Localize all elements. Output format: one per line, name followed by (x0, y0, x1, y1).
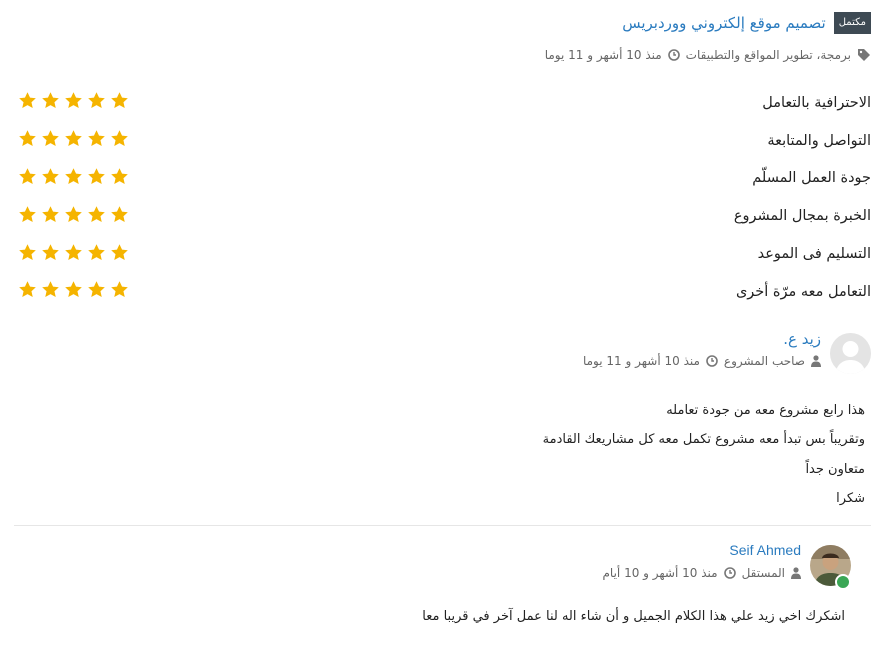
rating-row: الخبرة بمجال المشروع (18, 197, 871, 235)
clock-icon (706, 355, 718, 367)
star-icon (41, 280, 60, 303)
clock-icon (723, 567, 736, 579)
status-badge: مكتمل (833, 12, 871, 34)
star-rating (18, 280, 129, 303)
star-icon (110, 91, 129, 114)
star-icon (18, 205, 37, 228)
star-icon (64, 91, 83, 114)
project-header: مكتمل تصميم موقع إلكتروني ووردبريس (622, 12, 871, 34)
user-icon (811, 355, 821, 367)
star-icon (18, 243, 37, 266)
rating-row: التعامل معه مرّة أخرى (18, 273, 871, 311)
reviewer-role: المستقل (741, 566, 785, 580)
avatar[interactable] (830, 333, 871, 374)
star-icon (41, 243, 60, 266)
star-icon (64, 129, 83, 152)
tag-icon (857, 48, 871, 62)
rating-row: التواصل والمتابعة (18, 122, 871, 160)
project-time: منذ 10 أشهر و 11 يوما (544, 48, 662, 62)
rating-label: جودة العمل المسلّم (752, 170, 871, 187)
star-icon (87, 167, 106, 190)
review-line: هذا رابع مشروع معه من جودة تعامله (666, 403, 865, 418)
review-line: متعاون جداً (805, 461, 865, 477)
rating-label: التسليم فى الموعد (757, 246, 871, 263)
star-icon (110, 243, 129, 266)
star-icon (110, 280, 129, 303)
star-rating (18, 167, 129, 190)
review-time: منذ 10 أشهر و 11 يوما (582, 354, 700, 368)
reviewer-meta: صاحب المشروع منذ 10 أشهر و 11 يوما (583, 354, 821, 368)
review-line: وتقريباً بس تبدأ معه مشروع تكمل معه كل م… (542, 432, 865, 448)
star-rating (18, 205, 129, 228)
star-icon (87, 91, 106, 114)
star-icon (41, 205, 60, 228)
star-icon (87, 205, 106, 228)
rating-label: الخبرة بمجال المشروع (733, 208, 871, 225)
star-rating (18, 243, 129, 266)
rating-row: الاحترافية بالتعامل (18, 84, 871, 122)
reviewer-name-link[interactable]: زيد ع. (783, 330, 821, 348)
star-icon (64, 167, 83, 190)
project-meta: برمجة، تطوير المواقع والتطبيقات منذ 10 أ… (545, 48, 871, 62)
star-rating (18, 129, 129, 152)
star-icon (41, 167, 60, 190)
rating-row: جودة العمل المسلّم (18, 160, 871, 198)
rating-label: الاحترافية بالتعامل (762, 94, 871, 111)
rating-row: التسليم فى الموعد (18, 235, 871, 273)
divider (14, 525, 871, 526)
star-icon (64, 243, 83, 266)
reply-text: اشكرك اخي زيد علي هذا الكلام الجميل و أن… (422, 609, 845, 624)
review-line: شكرا (836, 490, 865, 506)
star-icon (110, 205, 129, 228)
reviewer-meta: المستقل منذ 10 أشهر و 10 أيام (602, 566, 801, 580)
reviewer-role: صاحب المشروع (723, 354, 805, 368)
star-icon (110, 167, 129, 190)
reviewer-name-link[interactable]: Seif Ahmed (729, 542, 801, 558)
clock-icon (667, 49, 680, 61)
star-icon (18, 91, 37, 114)
ratings-list: الاحترافية بالتعامل التواصل والمتابعة جو… (18, 84, 871, 311)
star-icon (18, 280, 37, 303)
online-status-icon (835, 574, 851, 590)
star-icon (64, 205, 83, 228)
star-icon (110, 129, 129, 152)
project-category: برمجة، تطوير المواقع والتطبيقات (685, 48, 851, 62)
star-icon (41, 129, 60, 152)
star-icon (18, 129, 37, 152)
star-icon (87, 129, 106, 152)
project-title-link[interactable]: تصميم موقع إلكتروني ووردبريس (622, 14, 826, 32)
user-icon (791, 567, 801, 579)
reply-time: منذ 10 أشهر و 10 أيام (602, 566, 718, 580)
star-icon (64, 280, 83, 303)
star-rating (18, 91, 129, 114)
rating-label: التواصل والمتابعة (767, 132, 871, 149)
star-icon (18, 167, 37, 190)
star-icon (41, 91, 60, 114)
rating-label: التعامل معه مرّة أخرى (735, 283, 871, 300)
star-icon (87, 280, 106, 303)
review-text: هذا رابع مشروع معه من جودة تعامله وتقريب… (543, 396, 865, 513)
star-icon (87, 243, 106, 266)
